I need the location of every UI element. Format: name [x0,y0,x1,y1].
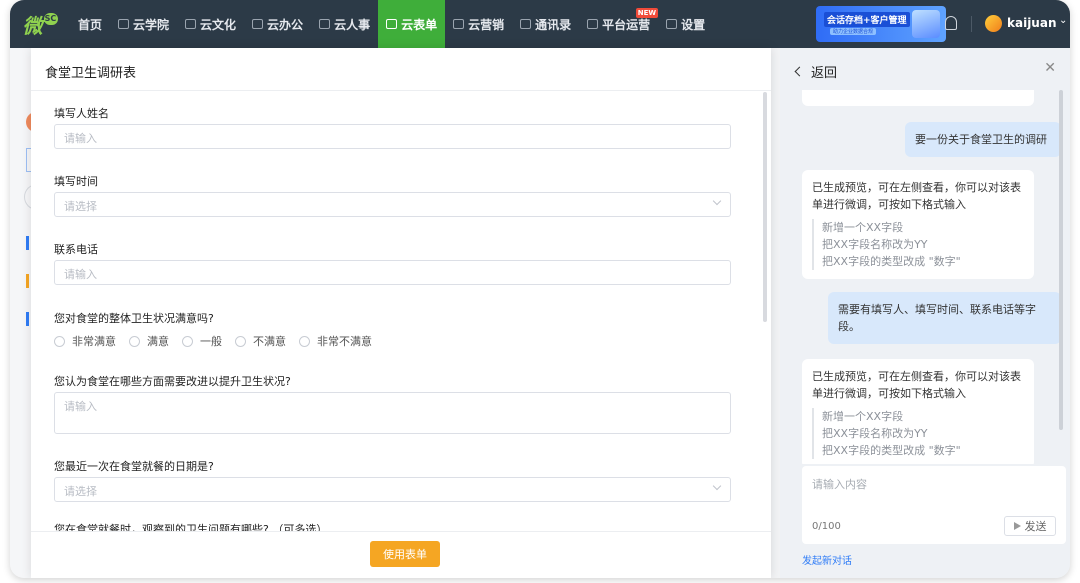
time-label: 填写时间 [54,175,98,188]
name-input[interactable]: 请输入 [54,124,731,149]
school-icon [118,19,130,29]
chat-scrollbar[interactable] [1059,90,1063,430]
bot-message: 已生成预览，可在左侧查看，你可以对该表单进行微调，可按如下格式输入 新增一个XX… [802,170,1034,279]
platform-icon [587,19,599,29]
background-marker [26,312,29,326]
culture-icon [185,19,197,29]
hr-icon [319,19,331,29]
contacts-icon [520,19,532,29]
nav-divider [971,16,972,32]
banner-illustration-icon [912,10,940,38]
name-label: 填写人姓名 [54,107,109,120]
improve-label: 您认为食堂在哪些方面需要改进以提升卫生状况? [54,375,291,388]
time-select[interactable]: 请选择 [54,192,731,217]
nav-item-platform[interactable]: 平台运营 NEW [579,0,659,48]
banner-title: 会话存档+客户管理 [824,12,910,27]
issues-label: 您在食堂就餐时，观察到的卫生问题有哪些? （可多选） [54,523,328,531]
chevron-down-icon [712,196,722,206]
radio-very-satisfied[interactable]: 非常满意 [54,333,116,349]
username[interactable]: kaijuan [1007,16,1057,30]
background-marker [26,236,29,250]
radio-neutral[interactable]: 一般 [182,333,222,349]
new-chat-link[interactable]: 发起新对话 [802,552,852,567]
form-preview-modal: 食堂卫生调研表 填写人姓名 请输入 填写时间 请选择 联系电话 请输入 您对食堂… [31,48,771,578]
format-hints: 新增一个XX字段 把XX字段名称改为YY 把XX字段的类型改成 "数字" [812,408,1024,459]
app-logo[interactable]: 微 SC [10,0,70,48]
format-hints: 新增一个XX字段 把XX字段名称改为YY 把XX字段的类型改成 "数字" [812,219,1024,270]
bot-message-partial [802,90,1034,106]
form-icon [386,19,398,29]
nav-item-hr[interactable]: 云人事 [311,0,378,48]
office-icon [252,19,264,29]
user-message: 需要有填写人、填写时间、联系电话等字段。 [828,292,1061,344]
radio-dissatisfied[interactable]: 不满意 [235,333,286,349]
chevron-down-icon [712,481,722,491]
radio-satisfied[interactable]: 满意 [129,333,169,349]
nav-item-home[interactable]: 首页 [70,0,110,48]
close-icon[interactable]: ✕ [1044,60,1056,76]
app-window: 微 SC 首页 云学院 云文化 云办公 云人事 云表单 云营销 通讯录 平台运营 N… [10,0,1070,578]
radio-very-dissatisfied[interactable]: 非常不满意 [299,333,372,349]
back-button[interactable]: 返回 [794,62,837,81]
satisfaction-label: 您对食堂的整体卫生状况满意吗? [54,312,214,325]
background-marker [26,274,29,288]
chevron-left-icon [794,66,805,77]
nav-item-culture[interactable]: 云文化 [177,0,244,48]
char-counter: 0/100 [812,521,841,532]
chat-header: 返回 ✕ [780,48,1070,90]
improve-textarea[interactable]: 请输入 [54,392,731,434]
phone-input[interactable]: 请输入 [54,260,731,285]
send-icon [1013,522,1021,530]
chat-messages[interactable]: 要一份关于食堂卫生的调研 已生成预览，可在左侧查看，你可以对该表单进行微调，可按… [780,90,1070,464]
nav-item-form[interactable]: 云表单 [378,0,446,48]
form-scroll-area[interactable]: 填写人姓名 请输入 填写时间 请选择 联系电话 请输入 您对食堂的整体卫生状况满… [31,91,771,531]
ai-chat-panel: 返回 ✕ 要一份关于食堂卫生的调研 已生成预览，可在左侧查看，你可以对该表单进行… [780,48,1070,578]
promo-banner[interactable]: 会话存档+客户管理 助力企业数据合规 [816,6,946,42]
use-form-button[interactable]: 使用表单 [370,541,440,567]
avatar[interactable] [985,15,1002,32]
banner-subtitle: 助力企业数据合规 [830,28,877,35]
phone-label: 联系电话 [54,243,98,256]
satisfaction-radio-group: 非常满意 满意 一般 不满意 非常不满意 [54,333,385,349]
nav-item-contacts[interactable]: 通讯录 [512,0,579,48]
nav-item-school[interactable]: 云学院 [110,0,177,48]
new-badge: NEW [635,8,659,18]
settings-icon [666,19,678,29]
form-scrollbar[interactable] [763,92,767,322]
chevron-down-icon[interactable]: ⌄ [1059,15,1067,26]
logo-badge: SC [43,13,58,25]
chat-composer[interactable]: 请输入内容 0/100 发送 [802,466,1066,544]
send-button[interactable]: 发送 [1004,516,1056,536]
marketing-icon [453,19,465,29]
date-label: 您最近一次在食堂就餐的日期是? [54,460,214,473]
bell-icon[interactable] [945,16,957,30]
nav-item-office[interactable]: 云办公 [244,0,311,48]
chat-input[interactable]: 请输入内容 [812,476,867,492]
date-select[interactable]: 请选择 [54,477,731,502]
nav-item-marketing[interactable]: 云营销 [445,0,512,48]
user-message: 要一份关于食堂卫生的调研 [905,122,1061,157]
modal-title: 食堂卫生调研表 [45,66,137,81]
top-nav: 微 SC 首页 云学院 云文化 云办公 云人事 云表单 云营销 通讯录 平台运营 N… [10,0,1070,48]
modal-footer: 使用表单 [31,531,771,578]
bot-message: 已生成预览，可在左侧查看，你可以对该表单进行微调，可按如下格式输入 新增一个XX… [802,359,1034,464]
nav-item-settings[interactable]: 设置 [658,0,713,48]
